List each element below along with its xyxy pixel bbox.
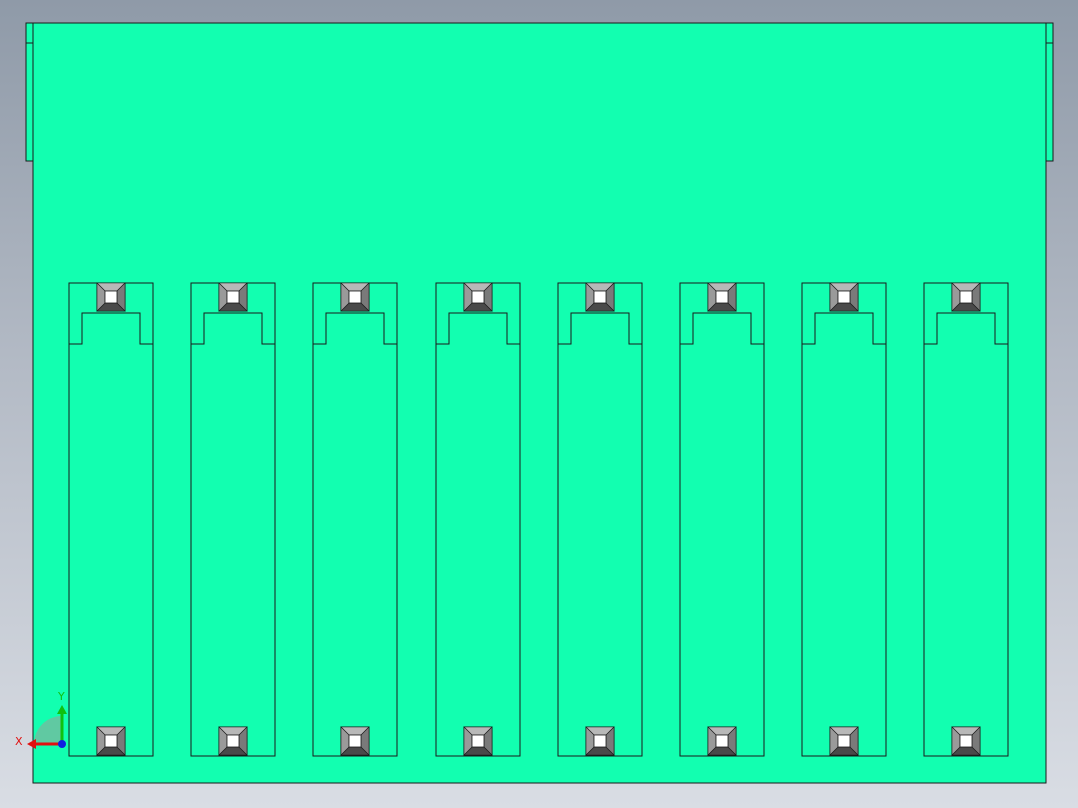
pin-hole <box>471 290 485 304</box>
pin-hole <box>348 734 362 748</box>
pin-hole <box>593 290 607 304</box>
axis-y-label: Y <box>57 690 65 703</box>
pin-hole <box>104 290 118 304</box>
pin-hole <box>837 290 851 304</box>
pin-hole <box>104 734 118 748</box>
pin-hole <box>715 290 729 304</box>
cad-model-view[interactable]: X Y <box>0 0 1078 808</box>
pin-hole <box>593 734 607 748</box>
pin-hole <box>226 290 240 304</box>
axis-x-label: X <box>15 735 23 748</box>
pin-hole <box>226 734 240 748</box>
pin-hole <box>348 290 362 304</box>
pin-hole <box>471 734 485 748</box>
pin-hole <box>715 734 729 748</box>
pin-hole <box>959 290 973 304</box>
axis-z-dot-icon <box>58 740 66 748</box>
pin-hole <box>837 734 851 748</box>
connector-body[interactable] <box>32 22 1047 784</box>
axis-x-head-icon <box>27 739 36 749</box>
pin-hole <box>959 734 973 748</box>
graphics-viewport[interactable]: X Y <box>0 0 1078 808</box>
